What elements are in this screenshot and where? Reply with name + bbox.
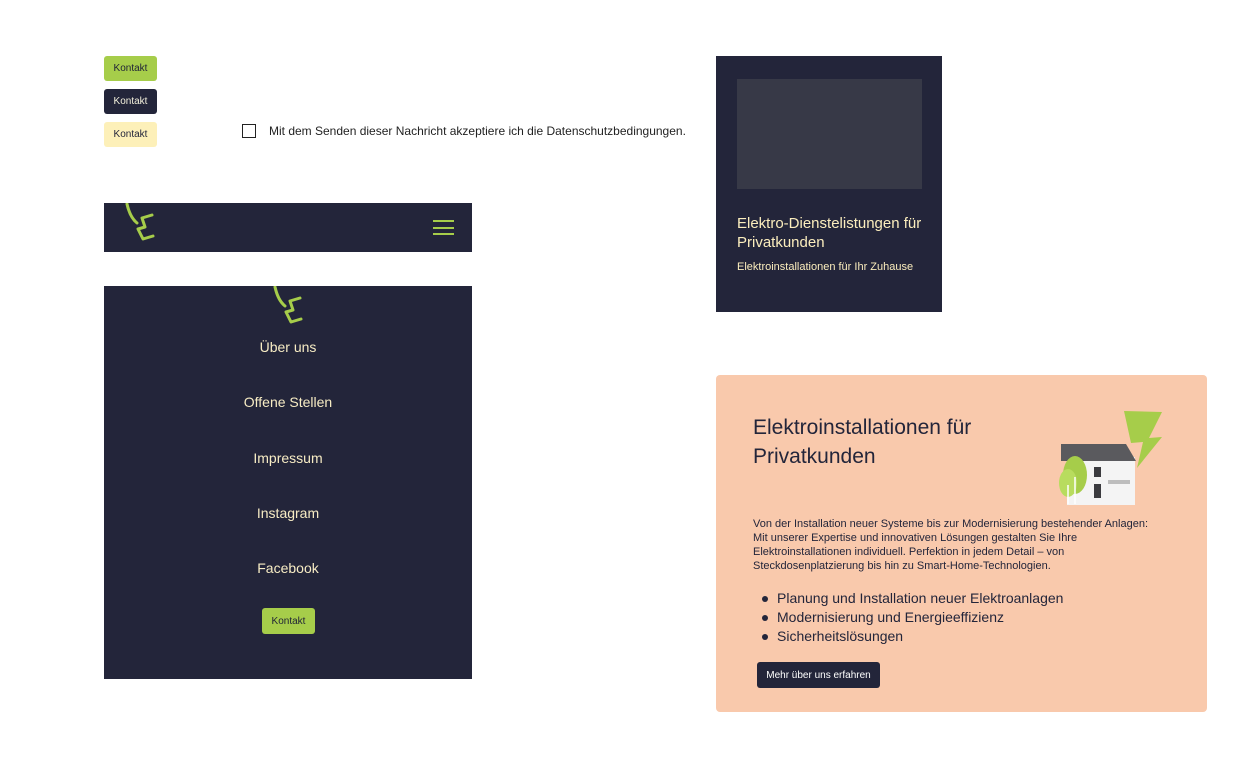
privacy-checkbox[interactable] — [242, 124, 256, 138]
card-image-placeholder — [737, 79, 922, 189]
mobile-menu: Über uns Offene Stellen Impressum Instag… — [104, 286, 472, 679]
contact-button-dark[interactable]: Kontakt — [104, 89, 157, 114]
contact-button-yellow[interactable]: Kontakt — [104, 122, 157, 147]
learn-more-button[interactable]: Mehr über uns erfahren — [757, 662, 880, 688]
private-customers-panel: Elektroinstallationen für Privatkunden V… — [716, 375, 1207, 712]
contact-button-green[interactable]: Kontakt — [104, 56, 157, 81]
service-card[interactable]: Elektro-Dienstelistungen für Privatkunde… — [716, 56, 942, 312]
menu-item-instagram[interactable]: Instagram — [104, 505, 472, 521]
privacy-consent-label: Mit dem Senden dieser Nachricht akzeptie… — [269, 124, 686, 138]
feature-list-item: Modernisierung und Energieeffizienz — [761, 608, 1063, 627]
menu-contact-button[interactable]: Kontakt — [262, 608, 315, 634]
menu-item-facebook[interactable]: Facebook — [104, 560, 472, 576]
panel-paragraph: Von der Installation neuer Systeme bis z… — [753, 518, 1149, 572]
feature-list-item: Sicherheitslösungen — [761, 627, 1063, 646]
mobile-navbar — [104, 203, 472, 252]
house-lightning-illustration — [1059, 411, 1162, 505]
menu-item-impressum[interactable]: Impressum — [104, 450, 472, 466]
menu-item-ueber-uns[interactable]: Über uns — [104, 339, 472, 355]
privacy-consent: Mit dem Senden dieser Nachricht akzeptie… — [242, 124, 686, 138]
hamburger-menu-icon[interactable] — [433, 220, 454, 235]
card-subtitle: Elektroinstallationen für Ihr Zuhause — [737, 261, 914, 273]
menu-item-offene-stellen[interactable]: Offene Stellen — [104, 394, 472, 410]
feature-list-item: Planung und Installation neuer Elektroan… — [761, 590, 1064, 606]
panel-feature-list: Planung und Installation neuer Elektroan… — [753, 589, 1063, 646]
plug-logo-icon[interactable] — [122, 203, 158, 243]
panel-heading: Elektroinstallationen für Privatkunden — [753, 416, 972, 468]
card-title: Elektro-Dienstelistungen für Privatkunde… — [737, 215, 922, 251]
plug-logo-icon[interactable] — [270, 286, 306, 326]
